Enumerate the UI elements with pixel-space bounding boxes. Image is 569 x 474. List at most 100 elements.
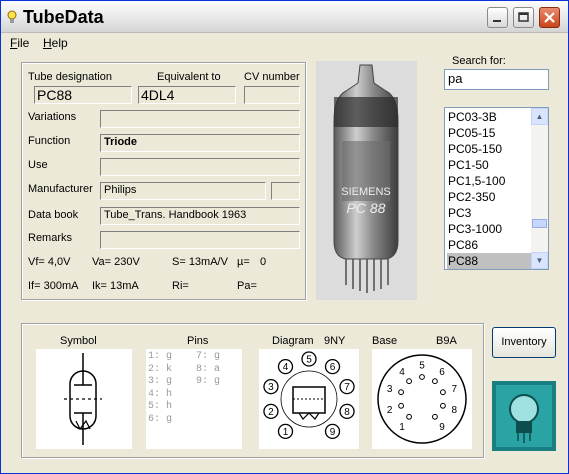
spec-ik: Ik= 13mA bbox=[92, 280, 139, 292]
pin-entry: 2: k bbox=[148, 363, 173, 375]
pin-hole bbox=[440, 402, 446, 409]
pin-number: 3 bbox=[387, 384, 393, 395]
tube-designation-label: Tube designation bbox=[28, 71, 112, 83]
tube-list-item[interactable]: PC3 bbox=[447, 205, 532, 221]
pin-entry: 6: g bbox=[148, 413, 173, 425]
scroll-thumb[interactable] bbox=[532, 219, 547, 228]
manufacturer-label: Manufacturer bbox=[28, 183, 93, 195]
pin-number: 5 bbox=[419, 361, 425, 372]
pin-diagram-icon: 12 34 5 67 89 bbox=[263, 351, 355, 440]
base-diagram-icon: 12 34 5 67 89 bbox=[377, 354, 467, 444]
pin-hole bbox=[398, 389, 404, 396]
close-icon bbox=[544, 12, 555, 23]
data-book-field[interactable]: Tube_Trans. Handbook 1963 bbox=[100, 207, 300, 225]
pin-hole bbox=[432, 378, 438, 385]
pin-number: 2 bbox=[387, 405, 393, 416]
tube-list-item[interactable]: PC1-50 bbox=[447, 157, 532, 173]
remarks-label: Remarks bbox=[28, 232, 73, 244]
pin-hole bbox=[440, 389, 446, 396]
use-field[interactable] bbox=[100, 158, 300, 176]
pins-label: Pins bbox=[187, 335, 209, 347]
close-button[interactable] bbox=[539, 7, 560, 28]
base-diagram-box: 12 34 5 67 89 bbox=[372, 349, 472, 449]
pin-hole bbox=[406, 378, 412, 385]
tube-list-item[interactable]: PC1,5-100 bbox=[447, 173, 532, 189]
tube-list-item[interactable]: PC88 bbox=[447, 253, 532, 269]
tube-list-item[interactable]: PC2-350 bbox=[447, 189, 532, 205]
menu-file[interactable]: File bbox=[10, 36, 29, 50]
data-book-label: Data book bbox=[28, 209, 79, 221]
spec-mu: µ= bbox=[237, 256, 250, 268]
pin-number: 9 bbox=[330, 427, 336, 438]
title-bar[interactable]: TubeData bbox=[1, 1, 568, 33]
equivalent-to-field[interactable]: 4DL4 bbox=[138, 86, 236, 104]
pin-diagram-box: 12 34 5 67 89 bbox=[259, 349, 359, 449]
pin-number: 3 bbox=[268, 382, 274, 393]
symbol-label: Symbol bbox=[60, 335, 97, 347]
pin-entry: 9: g bbox=[196, 376, 221, 387]
pin-number: 5 bbox=[306, 355, 312, 366]
equivalent-to-label: Equivalent to bbox=[157, 71, 221, 83]
manufacturer-extra-field[interactable] bbox=[271, 182, 300, 200]
spec-if: If= 300mA bbox=[28, 280, 79, 292]
pin-entry: 1: g bbox=[148, 351, 173, 362]
search-input[interactable]: pa bbox=[444, 69, 549, 90]
use-label: Use bbox=[28, 159, 48, 171]
tube-symbol-box bbox=[36, 349, 132, 449]
pin-number: 9 bbox=[439, 422, 445, 433]
pin-number: 1 bbox=[283, 427, 289, 438]
maximize-icon bbox=[518, 12, 529, 22]
pin-hole bbox=[432, 413, 438, 420]
variations-field[interactable] bbox=[100, 110, 300, 128]
pin-number: 1 bbox=[399, 422, 405, 433]
scroll-down-button[interactable]: ▼ bbox=[531, 252, 548, 269]
tube-list[interactable]: PC03-3B PC05-15 PC05-150 PC1-50 PC1,5-100 PC2… bbox=[444, 107, 549, 270]
spec-pa: Pa= bbox=[237, 280, 257, 292]
spec-vf: Vf= 4,0V bbox=[28, 256, 71, 268]
function-label: Function bbox=[28, 135, 71, 147]
pin-hole bbox=[419, 374, 425, 380]
pin-number: 6 bbox=[439, 367, 445, 378]
pin-number: 6 bbox=[330, 362, 336, 373]
pins-box: 1: g 2: k 3: g 4: h 5: h 6: g 7: g 8: a 9: g bbox=[146, 349, 242, 449]
minimize-button[interactable] bbox=[487, 7, 508, 28]
cv-number-field[interactable] bbox=[244, 86, 300, 104]
menu-help[interactable]: Help bbox=[43, 36, 68, 50]
app-window: TubeData File Help Tube designation Equi… bbox=[0, 0, 569, 474]
variations-label: Variations bbox=[28, 111, 77, 123]
cv-number-label: CV number bbox=[244, 71, 300, 83]
tube-designation-field[interactable]: PC88 bbox=[34, 86, 132, 104]
pin-entry: 7: g bbox=[196, 351, 221, 362]
menu-bar: File Help bbox=[1, 33, 568, 53]
spec-va: Va= 230V bbox=[92, 256, 140, 268]
pin-number: 8 bbox=[452, 405, 458, 416]
list-scrollbar[interactable]: ▲ ▼ bbox=[531, 108, 548, 269]
window-title: TubeData bbox=[23, 7, 104, 27]
scroll-up-button[interactable]: ▲ bbox=[531, 108, 548, 125]
tube-list-item[interactable]: PC03-3B bbox=[447, 109, 532, 125]
pin-entry: 4: h bbox=[148, 388, 173, 400]
tube-list-item[interactable]: PC3-1000 bbox=[447, 221, 532, 237]
photo-tube-text: PC 88 bbox=[347, 200, 386, 216]
pin-entry: 8: a bbox=[196, 363, 221, 375]
pin-number: 8 bbox=[344, 407, 350, 418]
base-label: Base bbox=[372, 335, 398, 347]
lightbulb-icon bbox=[7, 10, 17, 23]
pin-entry: 3: g bbox=[148, 376, 173, 387]
pin-hole bbox=[398, 402, 404, 409]
spec-ri: Ri= bbox=[172, 280, 189, 292]
inventory-button[interactable]: Inventory bbox=[492, 327, 556, 358]
remarks-field[interactable] bbox=[100, 231, 300, 249]
tube-list-item[interactable]: PC05-15 bbox=[447, 125, 532, 141]
tube-list-item[interactable]: PC86 bbox=[447, 237, 532, 253]
diagram-code: 9NY bbox=[324, 335, 346, 347]
manufacturer-field[interactable]: Philips bbox=[100, 182, 266, 200]
tube-list-item[interactable]: PC05-150 bbox=[447, 141, 532, 157]
triode-symbol-icon bbox=[64, 353, 102, 445]
diagram-label: Diagram bbox=[272, 335, 314, 347]
maximize-button[interactable] bbox=[513, 7, 534, 28]
pin-number: 2 bbox=[268, 407, 274, 418]
function-field[interactable]: Triode bbox=[100, 134, 300, 152]
search-label: Search for: bbox=[452, 55, 506, 67]
pin-number: 4 bbox=[283, 362, 289, 373]
